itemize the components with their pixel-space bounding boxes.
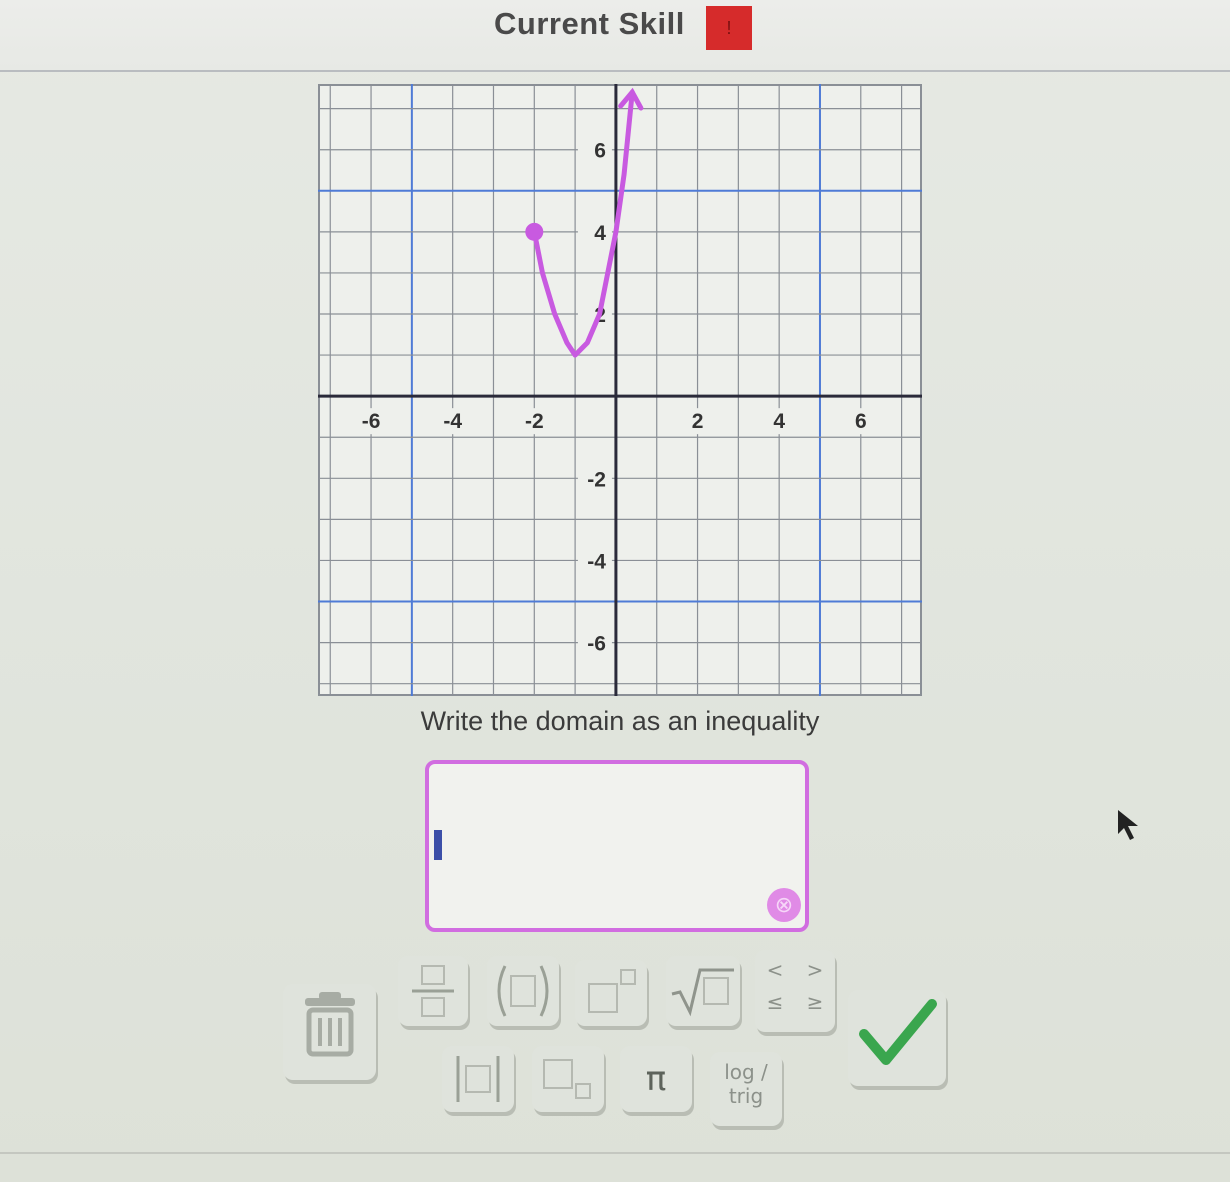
sqrt-button[interactable] [666,956,740,1026]
sqrt-icon [671,968,734,1017]
trig-label: trig [728,1084,764,1108]
checkmark-icon [859,999,937,1065]
grid-lines [318,84,922,696]
coordinate-graph: -6 -4 -2 2 4 6642-2-4-6 [318,84,922,696]
skill-badge[interactable]: ! [706,6,752,50]
footer-divider [0,1152,1230,1154]
x-tick-label: -4 [443,410,462,433]
y-tick-label: -4 [587,550,606,573]
x-tick-label: 4 [773,410,785,433]
trash-icon [305,992,355,1057]
x-tick-label: 6 [855,410,867,433]
question-prompt: Write the domain as an inequality [420,706,820,736]
parentheses-icon [497,965,549,1017]
y-tick-label: 6 [594,140,606,163]
subscript-button[interactable] [532,1046,604,1112]
y-tick-label: -2 [587,468,606,491]
answer-input[interactable]: ⊗ [425,760,809,932]
greater-equal-symbol[interactable]: ≥ [795,990,835,1014]
x-tick-label: 2 [692,410,704,433]
less-equal-symbol[interactable]: ≤ [755,990,795,1014]
less-than-symbol[interactable]: < [755,958,795,982]
absolute-value-icon [456,1056,500,1102]
inequality-button[interactable]: < > ≤ ≥ [755,950,835,1032]
plot-background [318,84,922,696]
fraction-icon [412,965,454,1017]
text-cursor [434,830,442,860]
exponent-button[interactable] [575,960,647,1026]
exponent-icon [588,969,636,1013]
y-tick-label: 4 [594,222,606,245]
pi-symbol: π [645,1059,667,1099]
x-tick-label: -6 [362,410,381,433]
clear-answer-button[interactable]: ⊗ [767,888,801,922]
absolute-value-button[interactable] [442,1046,514,1112]
parentheses-button[interactable] [487,956,559,1026]
submit-button[interactable] [848,990,946,1086]
x-tick-label: -2 [525,410,544,433]
log-trig-button[interactable]: log / trig [710,1052,782,1126]
closed-endpoint [525,222,544,241]
pi-button[interactable]: π [620,1046,692,1112]
y-tick-label: -6 [587,633,606,656]
header: Current Skill ! [0,0,1230,72]
subscript-icon [543,1059,591,1099]
skill-title: Current Skill [494,6,685,41]
inequality-symbols: < > ≤ ≥ [755,958,835,1014]
greater-than-symbol[interactable]: > [795,958,835,982]
mouse-pointer-icon [1118,810,1138,840]
fraction-button[interactable] [398,956,468,1026]
trash-button[interactable] [283,984,376,1080]
log-label: log / [724,1060,768,1084]
